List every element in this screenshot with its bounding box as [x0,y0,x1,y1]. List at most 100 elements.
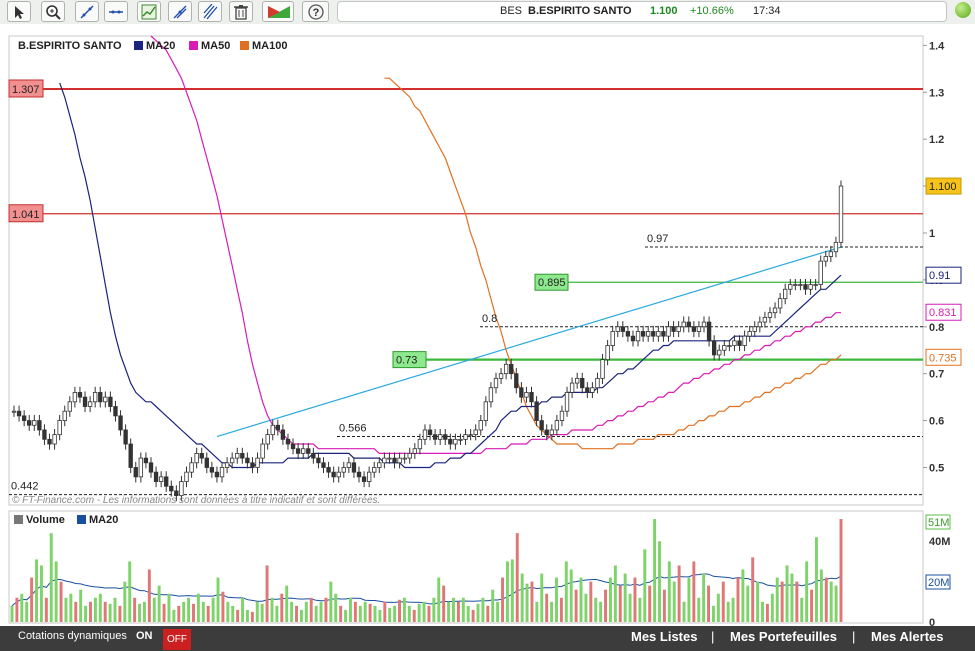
volume-bar [113,597,117,622]
volume-bar [746,585,750,622]
help-icon: ? [308,4,324,20]
candle-body [529,392,534,403]
horizontal-line-button[interactable] [104,1,128,22]
help-button[interactable]: ? [302,1,329,22]
volume-bar [805,561,809,622]
volume-bar [142,601,146,622]
volume-ma-label: 20M [928,577,949,589]
volume-bar [285,585,289,622]
candle-body [275,424,281,431]
candle-body [620,326,626,332]
candle-body [630,335,636,342]
mes-alertes-link[interactable]: Mes Alertes [871,626,944,647]
candle-body [777,298,783,309]
y-tick-label: 0.8 [929,322,944,334]
volume-bar [35,559,38,622]
legend-swatch [14,515,23,524]
zoom-button[interactable] [41,1,65,22]
svg-text:?: ? [313,7,320,19]
legend-label: MA50 [201,40,230,52]
trend-line-button[interactable] [75,1,99,22]
candle [838,180,844,248]
candle-body [72,392,78,403]
chart-type-button[interactable] [262,1,294,22]
volume-bar [721,581,725,622]
volume-bar [555,577,558,622]
candle-body [37,420,42,431]
volume-bar [275,605,279,622]
candle-body [717,349,722,356]
candle-body [285,438,291,445]
cursor-button[interactable] [7,1,31,22]
volume-bar [579,577,583,622]
volume-bar [569,569,573,622]
candle-body [42,429,47,440]
candle-body [838,185,844,243]
candle-body [153,471,159,482]
candle-body [98,392,103,403]
candle-body [772,307,778,314]
candle-body [204,457,209,468]
cotations-off-button[interactable]: OFF [163,629,191,650]
volume-bar [393,605,397,622]
candle-body [711,340,717,356]
mes-listes-link[interactable]: Mes Listes [631,626,697,647]
candle-body [179,481,184,497]
candle-body [158,476,164,482]
candle-body [696,326,702,332]
candle-body [585,387,590,393]
legend-swatch [134,41,143,50]
volume-bar [648,585,652,622]
volume-bar [388,607,392,622]
y-tick-label: 1.3 [929,87,944,99]
candle-body [793,284,798,286]
volume-bar [309,597,313,622]
candle-body [574,377,580,384]
candle-body [448,438,453,445]
volume-bar [348,597,352,622]
volume-bar [839,519,843,622]
draw-button[interactable] [168,1,192,22]
volume-bar [687,577,691,622]
volume-bar [785,565,789,622]
quote-price: 1.100 [650,5,678,17]
candle-body [605,345,610,361]
mes-portefeuilles-link[interactable]: Mes Portefeuilles [730,626,837,647]
volume-bar [834,585,838,622]
volume-bar [633,577,637,622]
candle-body [651,331,656,337]
volume-bar [138,603,142,622]
candle-body [818,260,823,285]
volume-bar [765,603,769,622]
candle-body [833,241,839,253]
candle-body [813,284,818,286]
quote-name: B.ESPIRITO SANTO [528,5,632,17]
fibonacci-button[interactable] [198,1,222,22]
volume-bar [810,589,814,622]
candle-body [635,331,641,342]
volume-bar [329,581,333,622]
volume-bar [25,601,29,622]
volume-bar [69,593,73,622]
volume-bar [250,611,254,622]
candle-body [82,396,88,407]
volume-bar [756,581,760,622]
volume-bar [299,609,303,622]
volume-bar [447,601,451,622]
candle-body [534,401,539,421]
volume-bar [192,603,195,622]
volume-bar [358,605,362,622]
cotations-on-button[interactable]: ON [136,626,153,647]
volume-bar [692,561,696,622]
volume-bar [182,601,186,622]
volume-bar [93,597,97,622]
candle-body [361,476,367,482]
delete-button[interactable] [229,1,253,22]
volume-bar [412,609,416,622]
volume-bar [530,581,534,622]
indicator-button[interactable] [137,1,161,22]
candle-body [676,326,681,332]
volume-bar [618,585,622,622]
price-chart: 1.41.31.21.110.90.80.70.60.5JulAoûSepOct… [8,35,962,626]
volume-bar [643,549,647,622]
